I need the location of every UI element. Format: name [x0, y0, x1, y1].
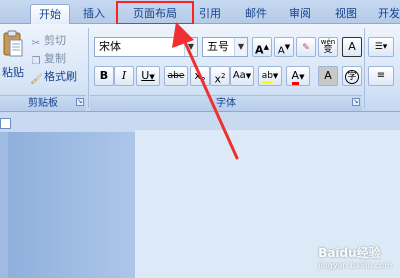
- annotation-arrow: [172, 22, 239, 160]
- baidu-watermark: Baidu经验 jingyan.baidu.com: [318, 246, 392, 270]
